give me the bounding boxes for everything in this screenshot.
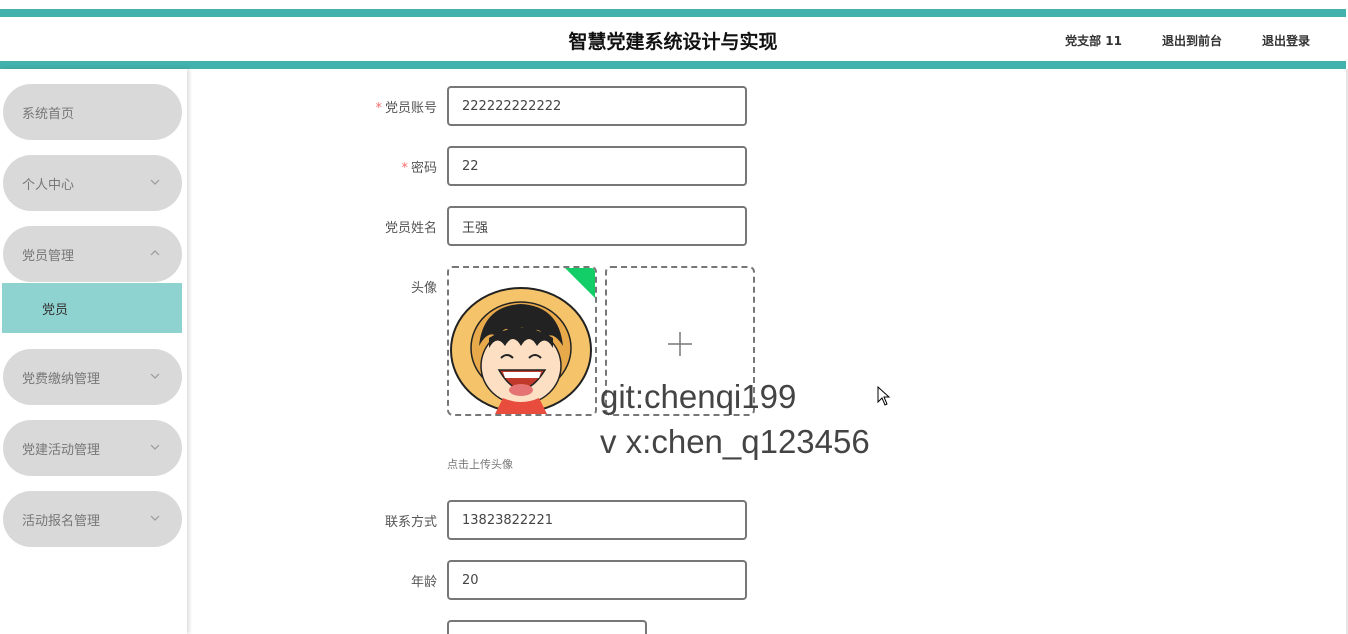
upload-success-badge [565, 268, 595, 298]
sidebar-item-home[interactable]: 系统首页 [3, 84, 182, 140]
avatar-label: 头像 [410, 281, 437, 296]
watermark-line-1: git:chenqi199 [600, 378, 797, 415]
chevron-down-icon [150, 179, 160, 185]
chevron-down-icon [150, 444, 160, 450]
header-top-stripe [0, 9, 1346, 17]
next-field-input[interactable] [447, 620, 647, 634]
avatar-thumbnail[interactable] [447, 266, 597, 416]
user-name: 党支部 11 [1065, 34, 1122, 48]
sidebar-item-label: 党员管理 [22, 248, 75, 264]
sidebar-item-member-management[interactable]: 党员管理 [3, 226, 182, 282]
logout-link[interactable]: 退出登录 [1262, 32, 1310, 49]
name-input[interactable] [447, 206, 747, 246]
watermark-line-2: v x:chen_q123456 [600, 423, 870, 460]
sidebar-item-label: 党员 [42, 302, 69, 318]
password-input[interactable] [447, 146, 747, 186]
chevron-up-icon [150, 250, 160, 256]
age-label: 年龄 [410, 575, 437, 590]
header-bottom-stripe [0, 61, 1346, 69]
name-label: 党员姓名 [384, 221, 437, 236]
sidebar-item-label: 个人中心 [22, 177, 75, 193]
sidebar-item-signup-management[interactable]: 活动报名管理 [3, 491, 182, 547]
header-links: 党支部 11 退出到前台 退出登录 [1065, 32, 1310, 49]
account-input[interactable] [447, 86, 747, 126]
sidebar: 系统首页 个人中心 党员管理 党员 党费缴纳管理 党建活动管理 活动报名管理 [0, 69, 187, 634]
sidebar-item-label: 党建活动管理 [22, 442, 101, 458]
account-label: * 党员账号 [375, 101, 437, 116]
sidebar-item-label: 活动报名管理 [22, 513, 101, 529]
avatar-upload-hint: 点击上传头像 [447, 458, 513, 471]
sidebar-subitem-member[interactable]: 党员 [2, 283, 182, 333]
header: 智慧党建系统设计与实现 党支部 11 退出到前台 退出登录 [0, 17, 1346, 61]
mouse-cursor-icon [877, 386, 891, 406]
sidebar-item-label: 系统首页 [22, 106, 75, 122]
chevron-down-icon [150, 373, 160, 379]
sidebar-item-dues-management[interactable]: 党费缴纳管理 [3, 349, 182, 405]
sidebar-item-personal-center[interactable]: 个人中心 [3, 155, 182, 211]
age-input[interactable] [447, 560, 747, 600]
back-to-front-link[interactable]: 退出到前台 [1162, 32, 1222, 49]
sidebar-item-label: 党费缴纳管理 [22, 371, 101, 387]
password-label: * 密码 [401, 161, 437, 176]
phone-input[interactable] [447, 500, 747, 540]
chevron-down-icon [150, 515, 160, 521]
phone-label: 联系方式 [384, 515, 437, 530]
sidebar-item-activity-management[interactable]: 党建活动管理 [3, 420, 182, 476]
